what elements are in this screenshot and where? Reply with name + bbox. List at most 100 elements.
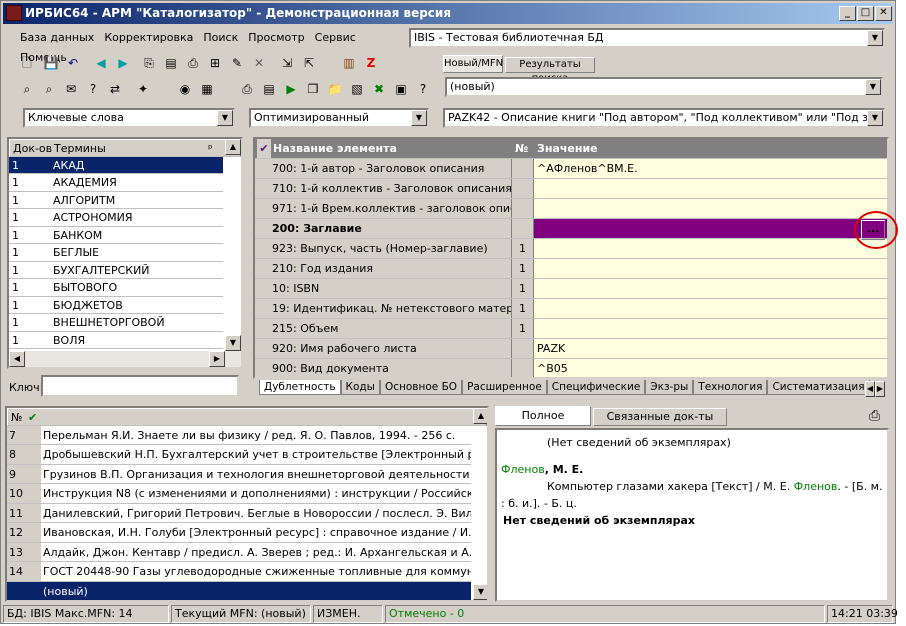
help-icon[interactable]: ? bbox=[413, 79, 433, 99]
search-mode-select[interactable]: Ключевые слова ▼ bbox=[23, 108, 235, 128]
menu-edit[interactable]: Корректировка bbox=[99, 28, 198, 48]
tab-extended[interactable]: Расширенное bbox=[462, 380, 547, 395]
field-value[interactable] bbox=[533, 239, 887, 258]
record-row[interactable]: 14 ГОСТ 20448-90 Газы углеводородные сжиж… bbox=[7, 562, 471, 582]
tab-copies[interactable]: Экз-ры bbox=[645, 380, 694, 395]
save-icon[interactable]: 💾 bbox=[41, 53, 61, 73]
undo-icon[interactable]: ↶ bbox=[63, 53, 83, 73]
field-row[interactable]: 920: Имя рабочего листа PAZK bbox=[255, 339, 887, 359]
field-row[interactable]: 10: ISBN 1 bbox=[255, 279, 887, 299]
field-value[interactable] bbox=[533, 279, 887, 298]
dropdown-arrow-icon[interactable]: ▼ bbox=[867, 110, 883, 126]
terms-col-docs[interactable]: Док-ов bbox=[13, 140, 52, 156]
calendar-icon[interactable]: ▣ bbox=[391, 79, 411, 99]
record-row[interactable]: 13 Алдайк, Джон. Кентавр / предисл. А. Зв… bbox=[7, 542, 471, 562]
term-row[interactable]: 1 АСТРОНОМИЯ bbox=[9, 209, 223, 227]
query-icon[interactable]: ? bbox=[83, 79, 103, 99]
terms-col-terms[interactable]: Термины bbox=[54, 140, 106, 156]
tab-linked-docs[interactable]: Связанные док-ты (НЕТ) bbox=[593, 408, 727, 439]
record-row[interactable]: (новый) bbox=[7, 581, 471, 600]
magic-icon[interactable]: ✦ bbox=[133, 79, 153, 99]
z3950-icon[interactable]: Z bbox=[361, 53, 381, 73]
menu-service[interactable]: Сервис bbox=[310, 28, 361, 48]
field-row[interactable]: 19: Идентификац. № нетекстового материал… bbox=[255, 299, 887, 319]
printer-icon[interactable]: ⎙ bbox=[237, 79, 257, 99]
scroll-up-icon[interactable]: ▲ bbox=[473, 408, 487, 424]
print-preview-icon[interactable]: ⎙ bbox=[869, 408, 880, 424]
field-row[interactable]: 210: Год издания 1 bbox=[255, 259, 887, 279]
chart-icon[interactable]: ▧ bbox=[347, 79, 367, 99]
run-icon[interactable]: ▶ bbox=[281, 79, 301, 99]
field-row[interactable]: 900: Вид документа ^B05 bbox=[255, 359, 887, 377]
tab-technology[interactable]: Технология bbox=[693, 380, 768, 395]
import-icon[interactable]: ⇲ bbox=[277, 53, 297, 73]
scroll-up-icon[interactable]: ▲ bbox=[225, 139, 241, 155]
tab-duplicates[interactable]: Дублетность bbox=[259, 380, 341, 395]
tab-codes[interactable]: Коды bbox=[340, 380, 380, 395]
scroll-left-icon[interactable]: ◀ bbox=[9, 351, 25, 367]
delete-icon[interactable]: ✕ bbox=[249, 53, 269, 73]
term-row[interactable]: 1 БЫТОВОГО bbox=[9, 279, 223, 297]
field-value[interactable] bbox=[533, 259, 887, 278]
report-icon[interactable]: ▤ bbox=[259, 79, 279, 99]
tab-new-mfn[interactable]: Новый/MFN bbox=[443, 55, 503, 73]
export-icon[interactable]: ⇱ bbox=[299, 53, 319, 73]
scroll-down-icon[interactable]: ▼ bbox=[225, 335, 241, 351]
tab-systematization[interactable]: Систематизация bbox=[767, 380, 870, 395]
term-row[interactable]: 1 БЮДЖЕТОВ bbox=[9, 297, 223, 314]
dropdown-arrow-icon[interactable]: ▼ bbox=[217, 110, 233, 126]
barcode-icon[interactable]: ▥ bbox=[339, 53, 359, 73]
next-record-icon[interactable]: ▶ bbox=[113, 53, 133, 73]
dropdown-arrow-icon[interactable]: ▼ bbox=[865, 79, 881, 95]
field-row[interactable]: 923: Выпуск, часть (Номер-заглавие) 1 bbox=[255, 239, 887, 259]
field-value[interactable]: ^AФленов^BМ.Е. bbox=[533, 159, 887, 178]
minimize-button[interactable]: _ bbox=[839, 6, 856, 21]
field-row[interactable]: 200: Заглавие bbox=[255, 219, 887, 239]
field-value[interactable] bbox=[533, 299, 887, 318]
record-row[interactable]: 7 Перельман Я.И. Знаете ли вы физику / ре… bbox=[7, 425, 471, 445]
tabs-right-icon[interactable]: ▶ bbox=[875, 381, 885, 397]
record-row[interactable]: 9 Грузинов В.П. Организация и технология … bbox=[7, 464, 471, 484]
new-document-icon[interactable]: 🗋 bbox=[17, 53, 37, 73]
term-row[interactable]: 1 ВНЕШНЕТОРГОВОЙ bbox=[9, 314, 223, 332]
menu-database[interactable]: База данных bbox=[15, 28, 99, 48]
record-row[interactable]: 10 Инструкция N8 (с изменениями и дополне… bbox=[7, 484, 471, 504]
edit-icon[interactable]: ✎ bbox=[227, 53, 247, 73]
terms-hscroll[interactable]: ◀ ▶ bbox=[9, 351, 241, 367]
field-value[interactable] bbox=[533, 319, 887, 338]
tab-specific[interactable]: Специфические bbox=[546, 380, 646, 395]
record-row[interactable]: 11 Данилевский, Григорий Петрович. Беглые… bbox=[7, 503, 471, 523]
view-icon[interactable]: ◉ bbox=[175, 79, 195, 99]
pages-icon[interactable]: ❐ bbox=[303, 79, 323, 99]
record-row[interactable]: 12 Ивановская, И.Н. Голуби [Электронный р… bbox=[7, 523, 471, 543]
tabs-left-icon[interactable]: ◀ bbox=[865, 381, 875, 397]
term-row[interactable]: 1 АКАД bbox=[9, 156, 223, 174]
field-row[interactable]: 700: 1-й автор - Заголовок описания ^AФле… bbox=[255, 159, 887, 179]
scroll-down-icon[interactable]: ▼ bbox=[473, 584, 487, 600]
search-record-icon[interactable]: ⌕ bbox=[17, 79, 37, 99]
dropdown-arrow-icon[interactable]: ▼ bbox=[867, 30, 883, 46]
term-row[interactable]: 1 БЕГЛЫЕ bbox=[9, 244, 223, 262]
worksheet-select[interactable]: PAZK42 - Описание книги "Под автором", "… bbox=[443, 108, 885, 128]
field-value[interactable]: ^B05 bbox=[533, 359, 887, 377]
form-mode-select[interactable]: Оптимизированный ▼ bbox=[249, 108, 429, 128]
field-row[interactable]: 215: Объем 1 bbox=[255, 319, 887, 339]
term-row[interactable]: 1 АКАДЕМИЯ bbox=[9, 174, 223, 192]
tab-basic[interactable]: Основное БО bbox=[379, 380, 463, 395]
tab-full-description[interactable]: Полное описание bbox=[495, 406, 591, 440]
term-row[interactable]: 1 БУХГАЛТЕРСКИЙ bbox=[9, 262, 223, 279]
archive-icon[interactable]: ▦ bbox=[197, 79, 217, 99]
tab-search-results[interactable]: Результаты поиска bbox=[505, 57, 595, 84]
term-row[interactable]: 1 БАНКОМ bbox=[9, 227, 223, 244]
excel-icon[interactable]: ✖ bbox=[369, 79, 389, 99]
tree-icon[interactable]: ⊞ bbox=[205, 53, 225, 73]
field-value[interactable] bbox=[533, 199, 887, 218]
find-icon[interactable]: ⌕ bbox=[39, 79, 59, 99]
record-select[interactable]: (новый) ▼ bbox=[445, 77, 883, 97]
field-value[interactable]: PAZK bbox=[533, 339, 887, 358]
scroll-right-icon[interactable]: ▶ bbox=[209, 351, 225, 367]
database-select[interactable]: IBIS - Тестовая библиотечная БД ▼ bbox=[409, 28, 885, 48]
print-icon[interactable]: ⎙ bbox=[183, 53, 203, 73]
field-value[interactable] bbox=[533, 179, 887, 198]
pin-icon[interactable]: ᵖ bbox=[208, 140, 213, 156]
